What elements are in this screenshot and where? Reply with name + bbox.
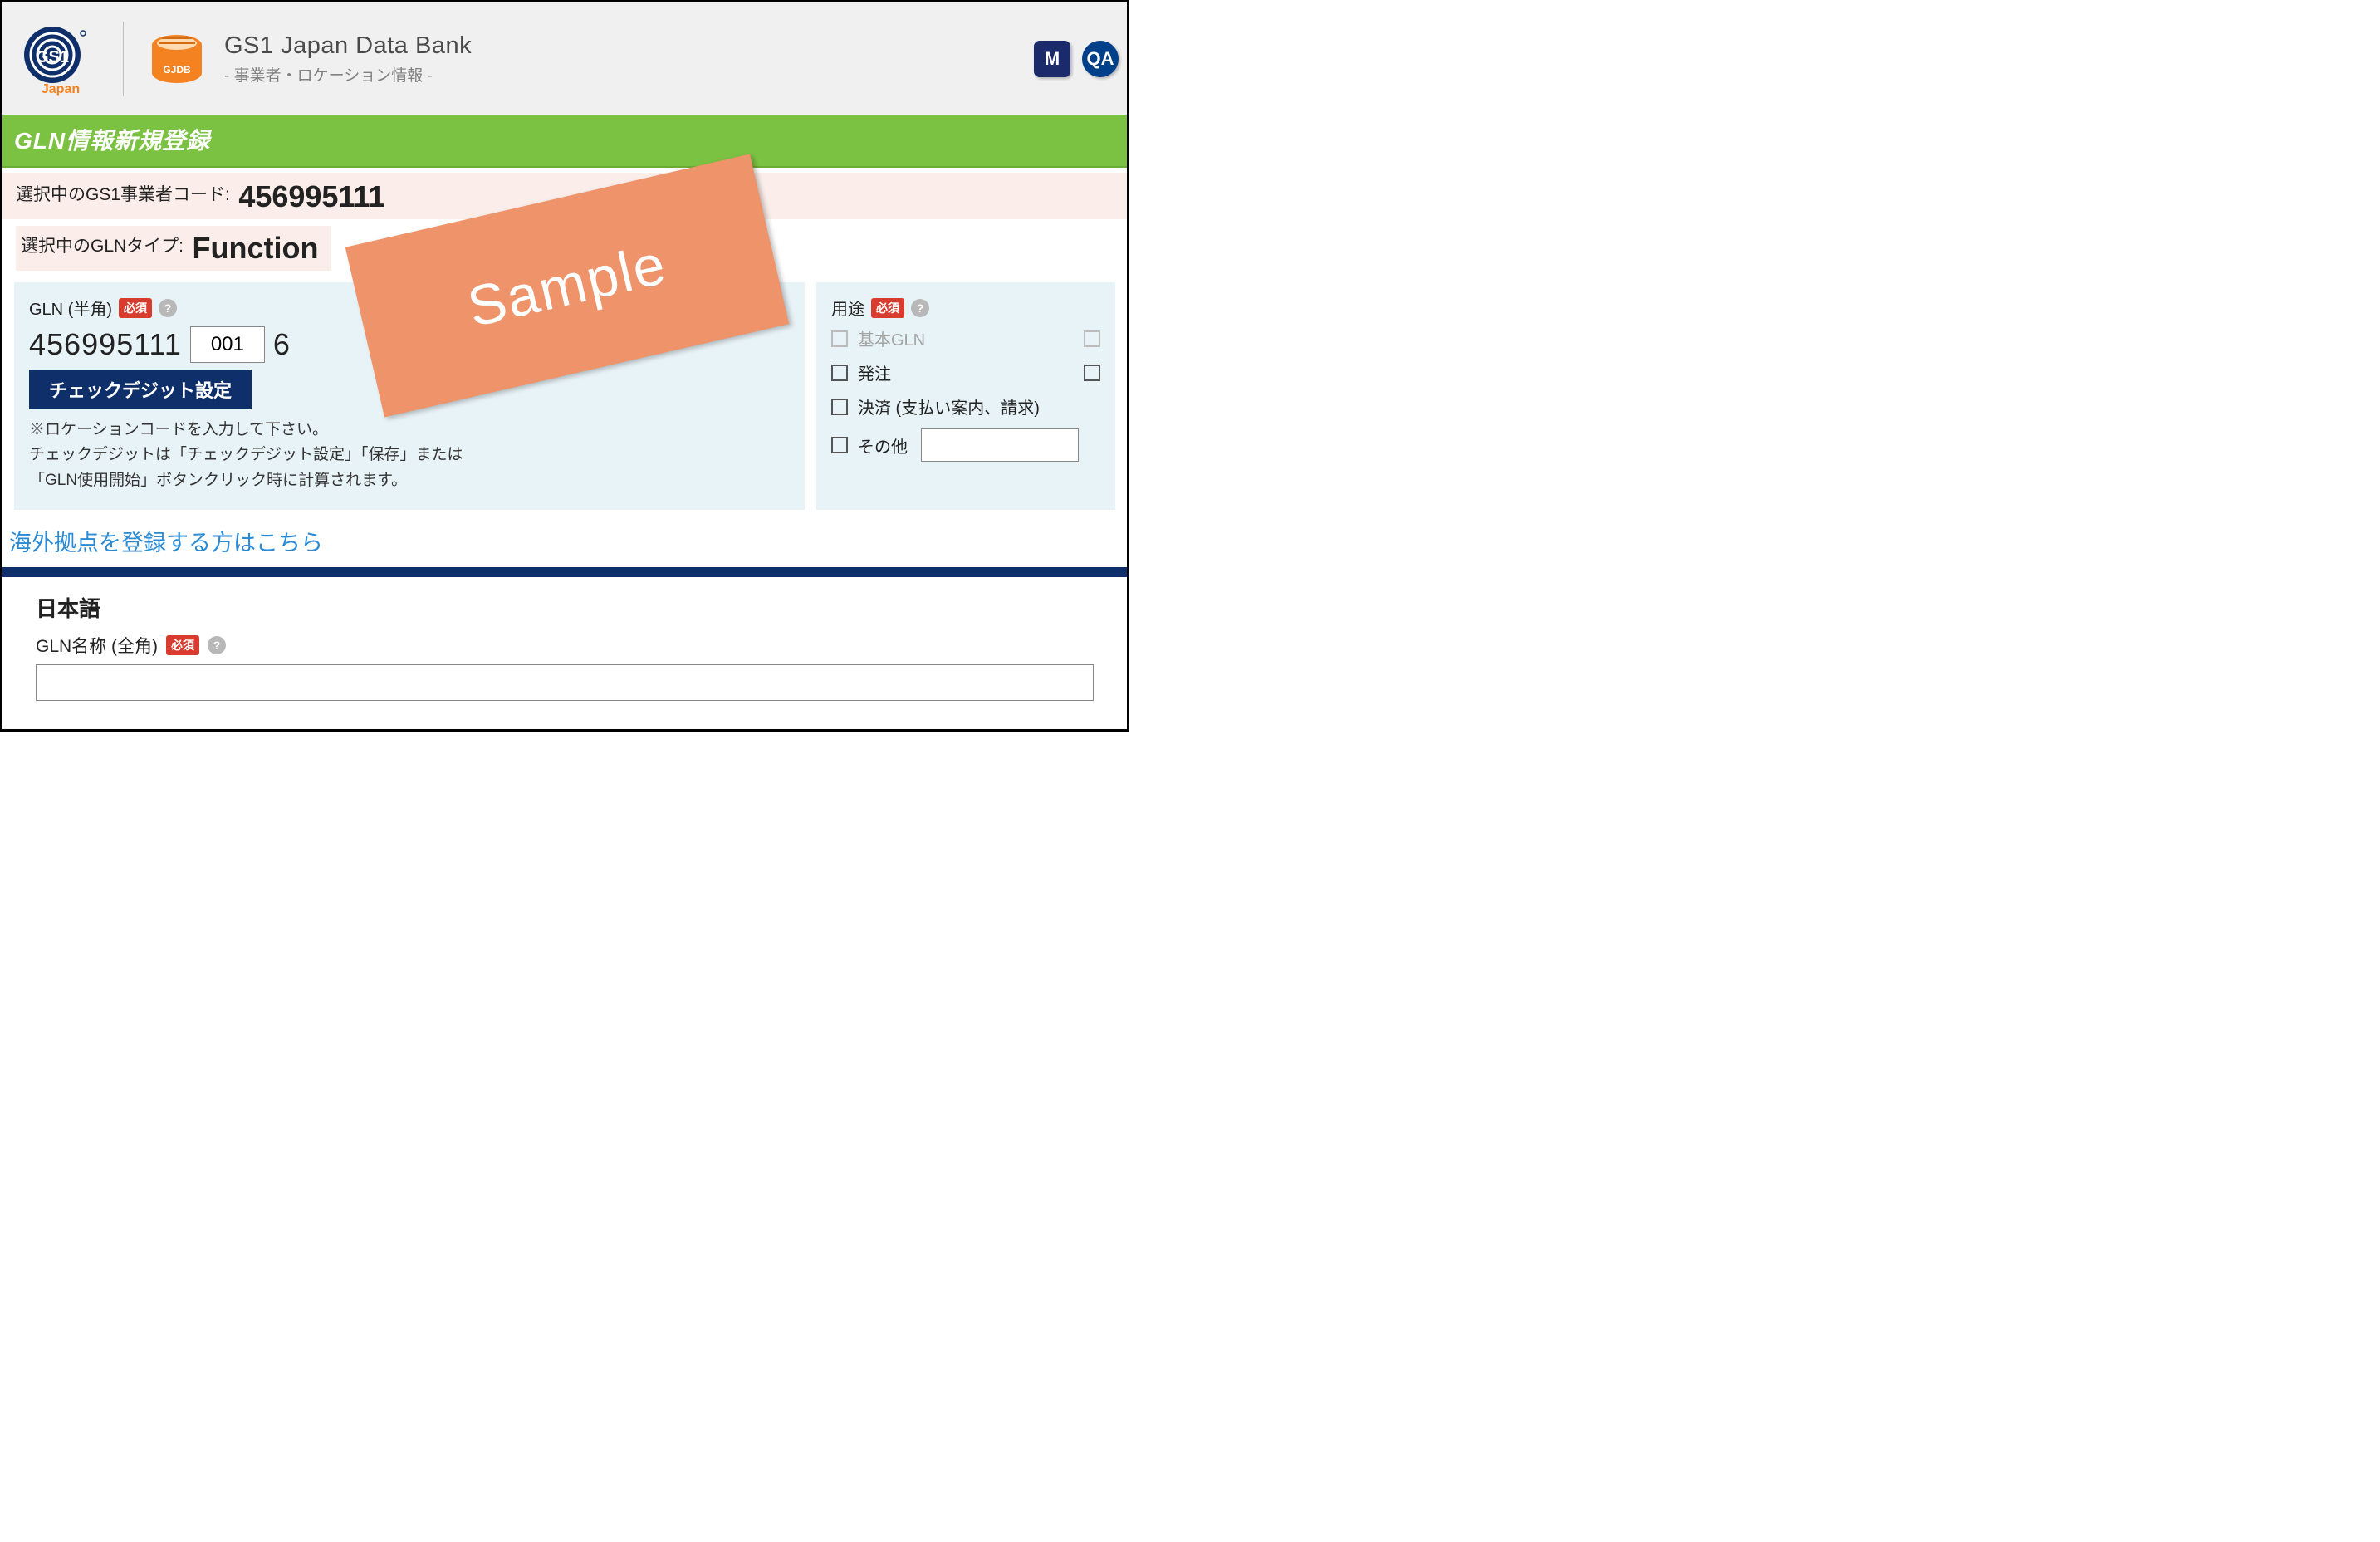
- manual-icon[interactable]: M: [1034, 41, 1070, 77]
- checkbox-icon: [831, 330, 848, 347]
- selected-code-label: 選択中のGS1事業者コード:: [16, 185, 230, 204]
- checkbox-icon[interactable]: [831, 437, 848, 453]
- selected-code-value: 456995111: [238, 179, 384, 214]
- app-frame: GS1 Japan GJDB GS1 Japan Data Bank - 事業者…: [0, 0, 1129, 732]
- selected-company-code-row: 選択中のGS1事業者コード: 456995111: [2, 173, 1127, 219]
- selected-type-label: 選択中のGLNタイプ:: [21, 237, 184, 256]
- usage-panel: 用途 必須 ? 基本GLN 発注 決済 (支払い案内、請求): [816, 282, 1115, 510]
- location-code-input[interactable]: [190, 326, 265, 363]
- usage-option-payment[interactable]: 決済 (支払い案内、請求): [831, 394, 1100, 419]
- svg-text:GS1: GS1: [36, 48, 69, 66]
- checkbox-icon[interactable]: [1084, 365, 1100, 381]
- app-subtitle: - 事業者・ロケーション情報 -: [224, 63, 472, 86]
- section-divider: [2, 567, 1127, 577]
- gln-panel: GLN (半角) 必須 ? 456995111 6 チェックデジット設定 ※ロケ…: [14, 282, 805, 510]
- usage-option-order[interactable]: 発注: [831, 360, 1100, 384]
- app-title: GS1 Japan Data Bank: [224, 32, 472, 60]
- usage-other-input[interactable]: [921, 428, 1079, 462]
- help-icon[interactable]: ?: [159, 299, 177, 317]
- selected-gln-type-row: 選択中のGLNタイプ: Function: [16, 226, 331, 271]
- required-badge: 必須: [166, 635, 199, 655]
- gln-prefix: 456995111: [29, 327, 182, 362]
- japanese-section: 日本語 GLN名称 (全角) 必須 ?: [2, 577, 1127, 701]
- overseas-register-link[interactable]: 海外拠点を登録する方はこちら: [9, 525, 323, 557]
- gjdb-logo-icon: GJDB: [144, 27, 209, 91]
- usage-option-other[interactable]: その他: [831, 428, 1100, 462]
- hint-line-2: チェックデジットは「チェックデジット設定」「保存」または: [29, 443, 790, 467]
- usage-label: 用途: [831, 296, 864, 320]
- page-title: GLN情報新規登録: [2, 115, 1127, 168]
- required-badge: 必須: [871, 298, 904, 318]
- selected-type-value: Function: [192, 231, 318, 266]
- gln-name-label: GLN名称 (全角): [36, 633, 158, 658]
- check-digit-value: 6: [273, 327, 290, 362]
- checkbox-icon[interactable]: [831, 399, 848, 415]
- hint-line-3: 「GLN使用開始」ボタンクリック時に計算されます。: [29, 468, 790, 493]
- usage-option-basic: 基本GLN: [831, 326, 1100, 350]
- svg-text:GJDB: GJDB: [163, 64, 191, 76]
- qa-icon[interactable]: QA: [1082, 41, 1119, 77]
- set-check-digit-button[interactable]: チェックデジット設定: [29, 370, 252, 409]
- help-icon[interactable]: ?: [208, 636, 226, 654]
- gln-field-label: GLN (半角): [29, 296, 112, 320]
- gs1-japan-logo: GS1 Japan: [19, 22, 124, 96]
- hint-line-1: ※ロケーションコードを入力して下さい。: [29, 418, 790, 443]
- checkbox-icon[interactable]: [831, 365, 848, 381]
- help-icon[interactable]: ?: [911, 299, 929, 317]
- required-badge: 必須: [119, 298, 152, 318]
- gln-name-input[interactable]: [36, 664, 1094, 701]
- svg-text:Japan: Japan: [42, 82, 80, 96]
- header: GS1 Japan GJDB GS1 Japan Data Bank - 事業者…: [2, 2, 1127, 115]
- checkbox-icon: [1084, 330, 1100, 347]
- japanese-heading: 日本語: [36, 592, 1094, 623]
